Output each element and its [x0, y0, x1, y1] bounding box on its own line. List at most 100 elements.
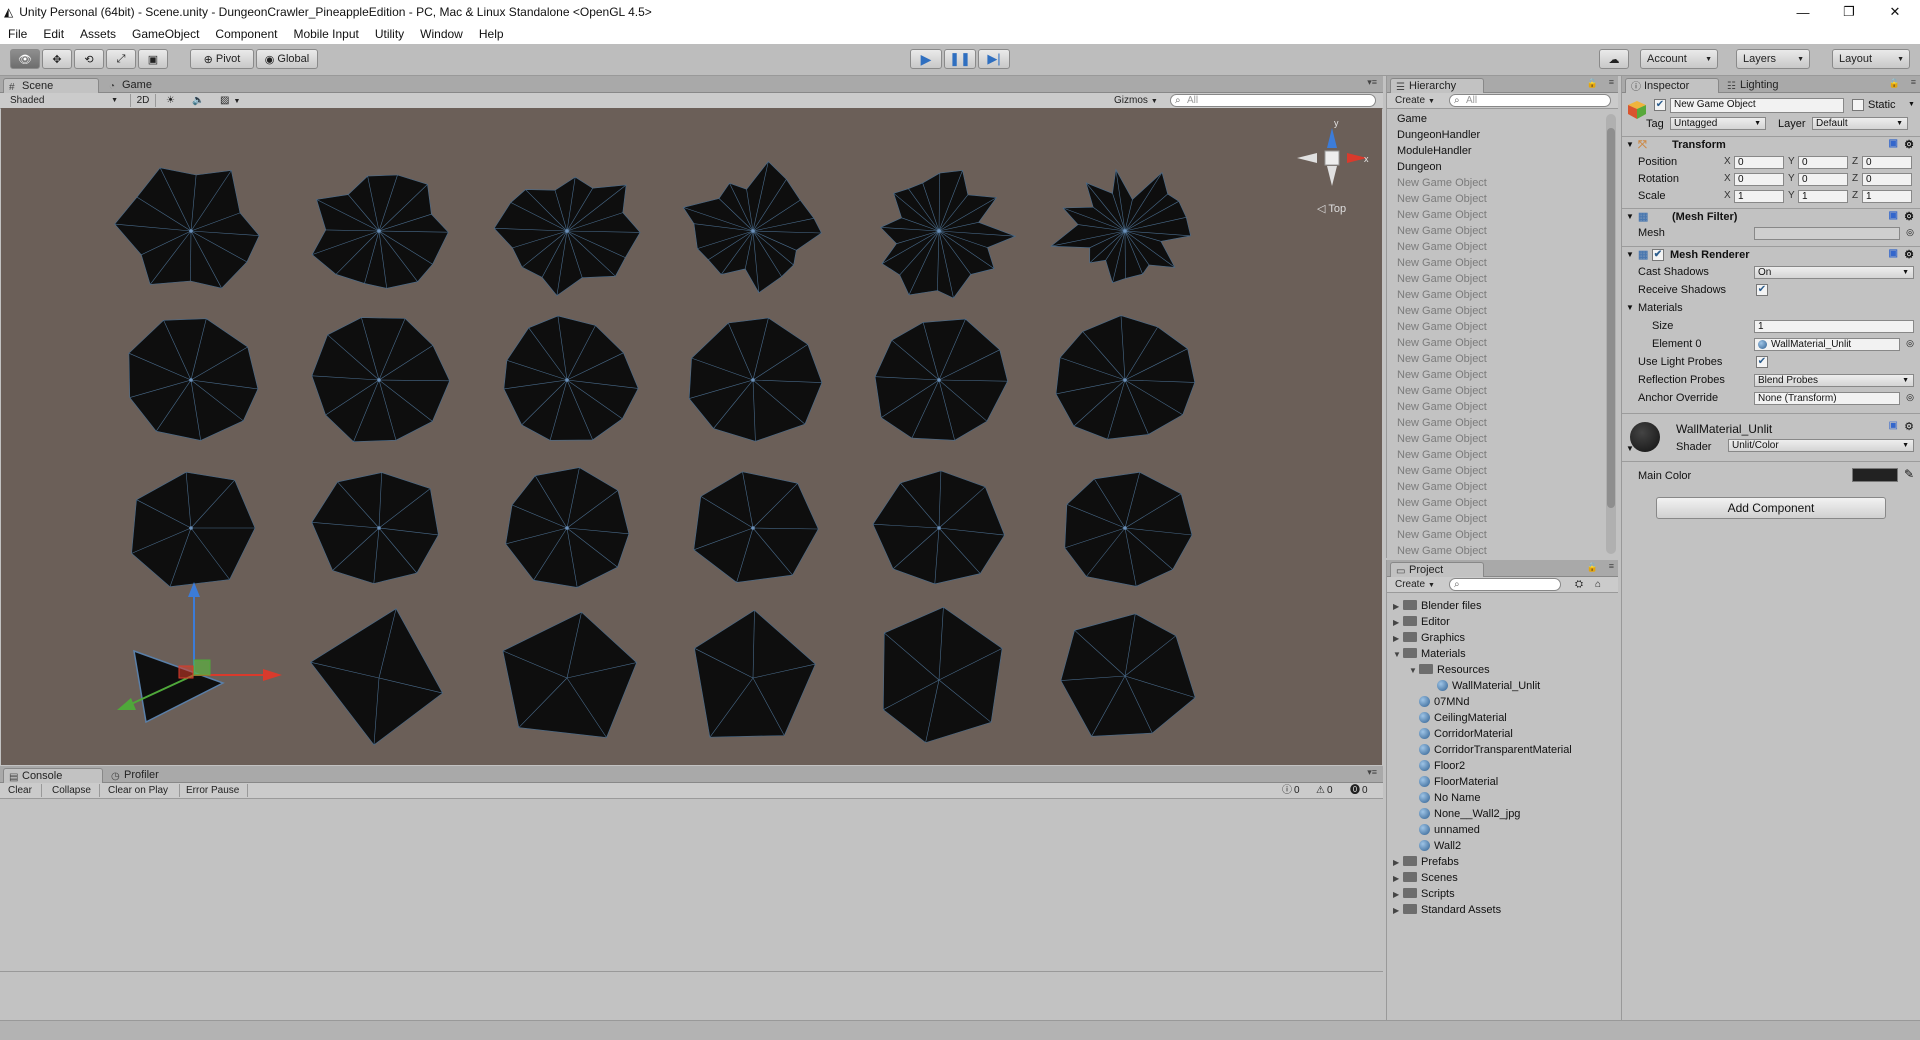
hierarchy-item-new-game-object[interactable]: New Game Object	[1397, 545, 1487, 556]
hierarchy-item-dungeon[interactable]: Dungeon	[1397, 161, 1442, 173]
gear-icon[interactable]: ⚙	[1904, 210, 1914, 223]
close-icon[interactable]: ✕	[1872, 0, 1918, 24]
project-material-item[interactable]: 07MNd	[1409, 694, 1469, 710]
anchor-override-field[interactable]: None (Transform)	[1754, 392, 1900, 405]
panel-menu-icon[interactable]: ▾≡	[1367, 767, 1377, 778]
pause-button[interactable]: ❚❚	[944, 49, 976, 69]
clear-button[interactable]: Clear	[4, 784, 42, 797]
hierarchy-item-new-game-object[interactable]: New Game Object	[1397, 481, 1487, 493]
rotation-y-field[interactable]: 0	[1798, 173, 1848, 186]
project-folder[interactable]: ▶ Scenes	[1393, 870, 1458, 886]
hierarchy-item-new-game-object[interactable]: New Game Object	[1397, 225, 1487, 237]
foldout-closed-icon[interactable]: ▶	[1393, 887, 1403, 903]
project-material-item[interactable]: CorridorTransparentMaterial	[1409, 742, 1572, 758]
info-count-toggle[interactable]: ⓘ 0	[1278, 784, 1308, 797]
mesh-shape[interactable]	[131, 471, 256, 588]
main-color-swatch[interactable]	[1852, 468, 1898, 482]
mesh-shape[interactable]	[1055, 315, 1196, 440]
play-button[interactable]: ▶	[910, 49, 942, 69]
mesh-field[interactable]	[1754, 227, 1900, 240]
foldout-closed-icon[interactable]: ▶	[1393, 871, 1403, 887]
hierarchy-search-input[interactable]: ⌕ All	[1449, 94, 1611, 107]
object-picker-icon[interactable]: ◎	[1906, 392, 1914, 403]
hierarchy-item-new-game-object[interactable]: New Game Object	[1397, 449, 1487, 461]
mesh-shape[interactable]	[688, 317, 823, 442]
lock-icon[interactable]: 🔒	[1587, 78, 1598, 89]
scene-search-input[interactable]: ⌕ All	[1170, 94, 1376, 107]
mesh-shape[interactable]	[1064, 471, 1193, 587]
account-dropdown[interactable]: Account ▼	[1640, 49, 1718, 69]
project-search-input[interactable]: ⌕	[1449, 578, 1561, 591]
object-picker-icon[interactable]: ◎	[1906, 227, 1914, 238]
hierarchy-item-new-game-object[interactable]: New Game Object	[1397, 497, 1487, 509]
mesh-shape[interactable]	[1060, 613, 1196, 737]
audio-toggle[interactable]: 🔈	[188, 94, 210, 107]
menu-gameobject[interactable]: GameObject	[132, 27, 199, 41]
project-material-item[interactable]: Floor2	[1409, 758, 1465, 774]
hierarchy-item-new-game-object[interactable]: New Game Object	[1397, 385, 1487, 397]
mesh-shape[interactable]	[114, 167, 260, 289]
mesh-shape[interactable]	[882, 606, 1003, 743]
help-icon[interactable]: ▣	[1889, 248, 1898, 259]
error-count-toggle[interactable]: ⓿0	[1346, 784, 1376, 797]
gear-icon[interactable]: ⚙	[1904, 420, 1914, 433]
hierarchy-item-new-game-object[interactable]: New Game Object	[1397, 321, 1487, 333]
menu-utility[interactable]: Utility	[375, 27, 404, 41]
warning-count-toggle[interactable]: ⚠ 0	[1312, 784, 1342, 797]
2d-toggle[interactable]: 2D	[130, 94, 156, 107]
mesh-renderer-header[interactable]: ▼ ▦ ✔ Mesh Renderer ▣ ⚙	[1622, 246, 1920, 264]
scene-viewport[interactable]: y x ◁ Top	[1, 108, 1382, 765]
mesh-renderer-enabled-checkbox[interactable]: ✔	[1652, 249, 1664, 261]
project-material-item[interactable]: None__Wall2_jpg	[1409, 806, 1520, 822]
project-folder[interactable]: ▶ Editor	[1393, 614, 1450, 630]
project-folder[interactable]: ▶ Prefabs	[1393, 854, 1459, 870]
hierarchy-item-new-game-object[interactable]: New Game Object	[1397, 353, 1487, 365]
layer-dropdown[interactable]: Default ▼	[1812, 117, 1908, 130]
hierarchy-item-new-game-object[interactable]: New Game Object	[1397, 529, 1487, 541]
active-checkbox[interactable]: ✔	[1654, 99, 1666, 111]
hierarchy-item-new-game-object[interactable]: New Game Object	[1397, 241, 1487, 253]
menu-help[interactable]: Help	[479, 27, 504, 41]
layers-dropdown[interactable]: Layers ▼	[1736, 49, 1810, 69]
project-material-item[interactable]: CeilingMaterial	[1409, 710, 1507, 726]
add-component-button[interactable]: Add Component	[1656, 497, 1886, 519]
foldout-closed-icon[interactable]: ▶	[1393, 855, 1403, 871]
project-material-item[interactable]: FloorMaterial	[1409, 774, 1498, 790]
hierarchy-item-new-game-object[interactable]: New Game Object	[1397, 465, 1487, 477]
tab-scene[interactable]: # Scene	[3, 78, 99, 93]
project-folder[interactable]: ▶ Standard Assets	[1393, 902, 1501, 918]
materials-size-field[interactable]: 1	[1754, 320, 1914, 333]
move-gizmo[interactable]	[117, 582, 282, 724]
rotation-x-field[interactable]: 0	[1734, 173, 1784, 186]
materials-row[interactable]: ▼ Materials	[1622, 301, 1920, 317]
global-toggle[interactable]: ◉ Global	[256, 49, 318, 69]
mesh-shape[interactable]	[310, 608, 443, 746]
foldout-arrow-icon[interactable]: ▼	[1626, 140, 1634, 149]
project-material-item[interactable]: CorridorMaterial	[1409, 726, 1513, 742]
error-pause-button[interactable]: Error Pause	[182, 784, 248, 797]
foldout-open-icon[interactable]: ▼	[1393, 647, 1403, 663]
transform-header[interactable]: ▼ ⤧ Transform ▣ ⚙	[1622, 136, 1920, 154]
hierarchy-scroll-thumb[interactable]	[1607, 128, 1615, 508]
gear-icon[interactable]: ⚙	[1904, 248, 1914, 261]
position-x-field[interactable]: 0	[1734, 156, 1784, 169]
foldout-closed-icon[interactable]: ▶	[1393, 599, 1403, 615]
filter-type-button[interactable]: ⛭	[1571, 578, 1587, 591]
scale-z-field[interactable]: 1	[1862, 190, 1912, 203]
foldout-closed-icon[interactable]: ▶	[1393, 615, 1403, 631]
gizmo-neg-x-cone-icon[interactable]	[1297, 153, 1317, 163]
gizmo-neg-y-cone-icon[interactable]	[1327, 166, 1337, 186]
project-material-item[interactable]: No Name	[1409, 790, 1480, 806]
hierarchy-item-new-game-object[interactable]: New Game Object	[1397, 257, 1487, 269]
dropdown-arrow-icon[interactable]: ▼	[1908, 101, 1915, 108]
lighting-toggle[interactable]: ☀	[162, 94, 184, 107]
menu-assets[interactable]: Assets	[80, 27, 116, 41]
receive-shadows-checkbox[interactable]: ✔	[1756, 284, 1768, 296]
minimize-icon[interactable]: —	[1780, 0, 1826, 24]
help-icon[interactable]: ▣	[1889, 138, 1898, 149]
rect-tool-button[interactable]: ▣	[138, 49, 168, 69]
project-material-item[interactable]: unnamed	[1409, 822, 1480, 838]
foldout-arrow-icon[interactable]: ▼	[1626, 212, 1634, 221]
panel-menu-icon[interactable]: ≡	[1609, 561, 1614, 571]
mesh-shape[interactable]	[694, 609, 816, 738]
